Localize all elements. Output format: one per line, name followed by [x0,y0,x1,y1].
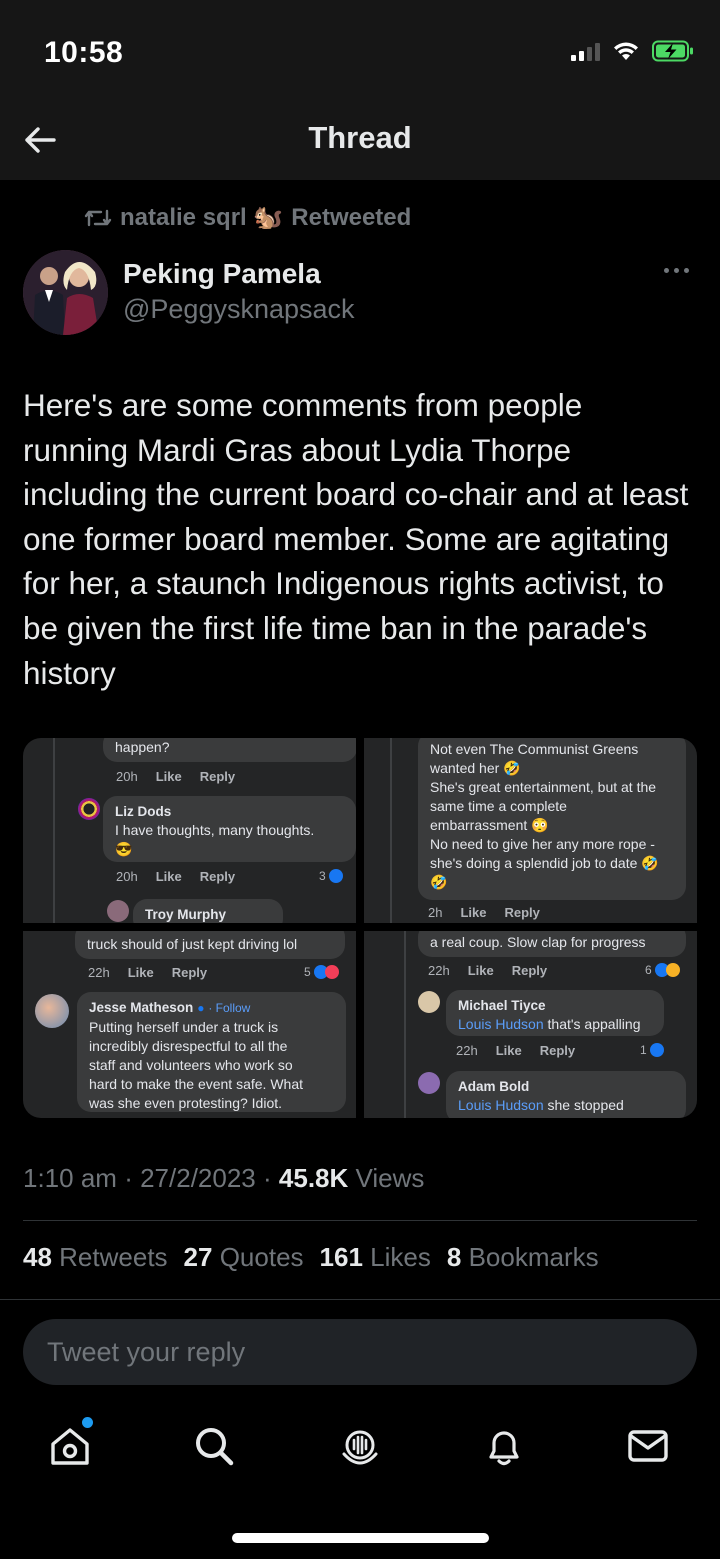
status-time: 10:58 [44,36,124,69]
comment-meta: 20h Like Reply [116,869,236,884]
comment-bubble: Jesse Matheson ● · Follow Putting hersel… [77,992,346,1112]
comment-bubble: happen? [103,738,356,762]
status-bar: 10:58 [0,0,720,100]
author-avatar[interactable] [23,250,108,335]
unread-indicator [82,1417,93,1428]
media-image-3[interactable]: truck should of just kept driving lol 22… [23,931,356,1118]
likes-stat[interactable]: 161 Likes [320,1242,431,1273]
retweet-icon [84,209,112,226]
page-title: Thread [308,120,412,155]
more-options-icon[interactable] [664,268,689,273]
messages-icon[interactable] [626,1424,670,1468]
comment-bubble: truck should of just kept driving lol [75,931,345,959]
retweeter-name: natalie sqrl 🐿️ [120,204,284,231]
tweet-text: Here's are some comments from people run… [23,387,689,691]
home-indicator[interactable] [232,1533,489,1543]
comment-meta: 2h Like Reply [428,905,540,920]
bottom-tab-bar [0,1400,720,1500]
spaces-icon[interactable] [338,1424,382,1468]
thread-header: Thread [0,100,720,180]
avatar-image [23,250,108,335]
reply-composer[interactable] [23,1319,697,1385]
reaction-count: 5 [304,965,339,979]
reaction-count: 6 [645,963,680,977]
comment-meta: 20h Like Reply [116,769,236,784]
tweet-stats: 48 Retweets 27 Quotes 161 Likes 8 Bookma… [23,1242,599,1273]
comment-bubble: Michael Tiyce Louis Hudson that's appall… [446,990,664,1036]
status-icons [571,40,694,62]
commenter-avatar [418,1072,440,1094]
retweeted-by[interactable]: natalie sqrl 🐿️ Retweeted [84,203,411,232]
notifications-icon[interactable] [482,1424,526,1468]
comment-bubble: Adam Bold Louis Hudson she stopped [446,1071,686,1118]
media-image-4[interactable]: a real coup. Slow clap for progress 22h L… [364,931,697,1118]
battery-charging-icon [652,40,693,62]
home-icon[interactable] [48,1424,92,1468]
reaction-count: 1 [640,1043,664,1057]
reaction-count: 3 [319,869,343,883]
tweet-media-grid: happen? 20h Like Reply Liz Dods I have tho… [23,738,697,1118]
reply-input[interactable] [47,1319,647,1385]
retweets-stat[interactable]: 48 Retweets [23,1242,168,1273]
comment-bubble: Liz Dods I have thoughts, many thoughts.… [103,796,356,862]
bookmarks-stat[interactable]: 8 Bookmarks [447,1242,599,1273]
commenter-avatar [107,900,129,922]
divider [23,1220,697,1221]
retweeted-label: Retweeted [291,203,412,231]
commenter-avatar [418,991,440,1013]
wifi-icon [614,42,638,60]
author-handle[interactable]: @Peggysknapsack [123,294,355,325]
comment-bubble: Troy Murphy [133,899,283,923]
quotes-stat[interactable]: 27 Quotes [184,1242,304,1273]
author-name[interactable]: Peking Pamela [123,258,321,290]
views-count: 45.8K [278,1163,349,1193]
comment-meta: 22h Like Reply [428,963,548,978]
comment-meta: 22h Like Reply [88,965,208,980]
media-image-1[interactable]: happen? 20h Like Reply Liz Dods I have tho… [23,738,356,923]
comment-bubble: Not even The Communist Greens wanted her… [418,738,686,900]
tweet-timestamp: 1:10 am · 27/2/2023 · 45.8K Views [23,1163,425,1193]
commenter-avatar [78,798,100,820]
comment-bubble: a real coup. Slow clap for progress [418,931,686,957]
cellular-signal-icon [571,41,600,61]
divider [0,1299,720,1300]
comment-meta: 22h Like Reply [456,1043,576,1058]
commenter-avatar [35,994,69,1028]
media-image-2[interactable]: Not even The Communist Greens wanted her… [364,738,697,923]
search-icon[interactable] [192,1424,236,1468]
